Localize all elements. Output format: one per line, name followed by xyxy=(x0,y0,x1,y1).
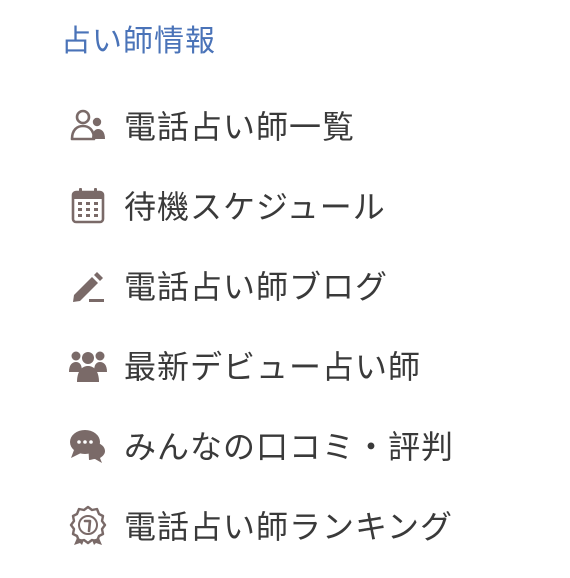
group-icon xyxy=(66,343,110,387)
section-title: 占い師情報 xyxy=(61,24,216,59)
menu-item-schedule[interactable]: 待機スケジュール xyxy=(66,177,386,233)
menu-item-new-debut[interactable]: 最新デビュー占い師 xyxy=(66,337,421,393)
menu-item-label: 最新デビュー占い師 xyxy=(124,348,422,386)
chat-bubbles-icon xyxy=(66,423,110,467)
fortune-teller-info-menu: 占い師情報 電話占い師一覧 待機スケジュール 電話占い師ブログ 最新デビュー占い… xyxy=(0,0,570,578)
menu-item-teller-list[interactable]: 電話占い師一覧 xyxy=(66,97,355,153)
menu-item-label: 待機スケジュール xyxy=(124,188,386,226)
menu-item-blog[interactable]: 電話占い師ブログ xyxy=(66,257,388,313)
ranking-medal-icon xyxy=(66,503,110,547)
menu-item-label: みんなの口コミ・評判 xyxy=(124,428,455,466)
menu-item-label: 電話占い師ブログ xyxy=(124,268,389,306)
menu-item-label: 電話占い師一覧 xyxy=(124,108,356,146)
calendar-icon xyxy=(66,183,110,227)
menu-item-reviews[interactable]: みんなの口コミ・評判 xyxy=(66,417,454,473)
menu-item-ranking[interactable]: 電話占い師ランキング xyxy=(66,497,453,553)
pencil-icon xyxy=(66,263,110,307)
people-icon xyxy=(66,103,110,147)
menu-item-label: 電話占い師ランキング xyxy=(124,508,454,546)
